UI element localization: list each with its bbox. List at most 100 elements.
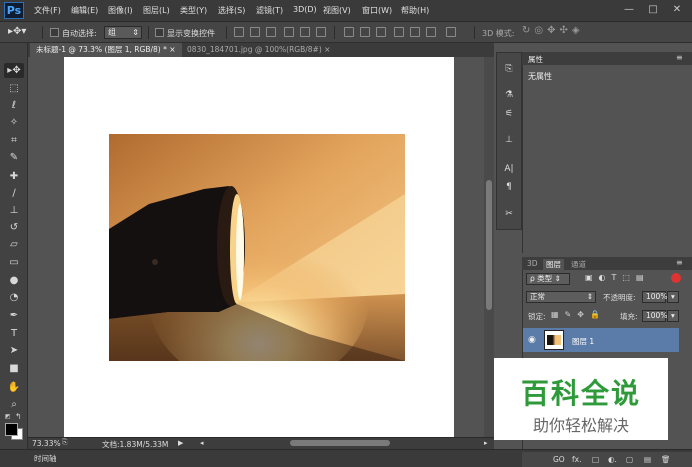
distribute-right-icon[interactable] (426, 27, 436, 37)
menu-window[interactable]: 窗口(W) (362, 5, 392, 16)
character-panel-icon[interactable]: A| (500, 162, 518, 176)
healing-brush-tool-icon[interactable]: ✚ (4, 169, 24, 184)
path-selection-tool-icon[interactable]: ➤ (4, 343, 24, 358)
menu-select[interactable]: 选择(S) (218, 5, 245, 16)
scroll-right-icon[interactable]: ▸ (484, 439, 488, 447)
horizontal-scroll-thumb[interactable] (290, 440, 390, 446)
blur-tool-icon[interactable]: ● (4, 273, 24, 288)
paragraph-panel-icon[interactable]: ¶ (500, 180, 518, 194)
tool-presets-panel-icon[interactable]: ✂ (500, 207, 518, 221)
menu-image[interactable]: 图像(I) (108, 5, 133, 16)
properties-title[interactable]: 属性 (528, 54, 543, 65)
show-transform-checkbox[interactable] (155, 28, 164, 37)
menu-help[interactable]: 帮助(H) (401, 5, 429, 16)
fill-input[interactable]: 100% (642, 310, 667, 322)
new-layer-icon[interactable]: ▤ (644, 455, 651, 464)
align-right-icon[interactable] (316, 27, 326, 37)
opacity-arrow-icon[interactable]: ▾ (667, 291, 679, 303)
menu-view[interactable]: 视图(V) (323, 5, 351, 16)
layer-filter-icons[interactable]: ▣◐T⬚▤ (585, 273, 650, 282)
canvas-workspace[interactable] (28, 57, 484, 437)
gradient-tool-icon[interactable]: ▭ (4, 255, 24, 270)
lock-icons[interactable]: ▦✎✥🔒 (551, 310, 606, 319)
vertical-scroll-thumb[interactable] (486, 180, 492, 310)
layer-name[interactable]: 图层 1 (572, 336, 594, 347)
move-tool-preset-icon[interactable]: ▸✥▾ (8, 26, 26, 37)
menu-file[interactable]: 文件(F) (34, 5, 61, 16)
panel-menu-icon[interactable]: ≡ (676, 53, 683, 62)
align-top-icon[interactable] (234, 27, 244, 37)
actions-panel-icon[interactable]: ⚗ (500, 88, 518, 102)
marquee-tool-icon[interactable]: ⬚ (4, 81, 24, 96)
eraser-tool-icon[interactable]: ▱ (4, 237, 24, 252)
swap-colors-icon[interactable]: ↰ (15, 412, 22, 421)
distribute-hcenter-icon[interactable] (410, 27, 420, 37)
close-button[interactable]: ✕ (668, 3, 686, 17)
menu-3d[interactable]: 3D(D) (293, 5, 317, 14)
history-panel-icon[interactable]: ⎘ (500, 62, 518, 76)
pen-tool-icon[interactable]: ✒ (4, 308, 24, 323)
align-bottom-icon[interactable] (266, 27, 276, 37)
menu-edit[interactable]: 编辑(E) (71, 5, 98, 16)
filter-toggle-icon[interactable] (671, 273, 681, 283)
distribute-vcenter-icon[interactable] (360, 27, 370, 37)
status-icon[interactable]: ⎘ (62, 438, 68, 447)
move-tool-icon[interactable]: ▸✥ (4, 63, 24, 78)
align-left-icon[interactable] (284, 27, 294, 37)
eye-visibility-icon[interactable]: ◉ (528, 335, 536, 345)
add-mask-icon[interactable]: □ (592, 455, 599, 464)
tab-channels[interactable]: 通道 (571, 259, 586, 270)
distribute-top-icon[interactable] (344, 27, 354, 37)
tab-untitled-1[interactable]: 未标题-1 @ 73.3% (图层 1, RGB/8) * × (30, 43, 182, 57)
3d-mode-icons[interactable]: ↻◎✥✣◈ (522, 25, 584, 36)
clone-source-panel-icon[interactable]: ⊥ (500, 133, 518, 147)
auto-align-icon[interactable] (446, 27, 456, 37)
status-menu-arrow-icon[interactable]: ▶ (178, 439, 183, 447)
blend-mode-dropdown[interactable]: 正常 ⇕ (526, 291, 596, 303)
lasso-tool-icon[interactable]: ℓ (4, 98, 24, 113)
menu-layer[interactable]: 图层(L) (143, 5, 170, 16)
new-group-icon[interactable]: ▢ (626, 455, 633, 464)
maximize-button[interactable]: □ (644, 3, 662, 17)
tab-3d[interactable]: 3D (527, 259, 538, 268)
history-brush-tool-icon[interactable]: ↺ (4, 220, 24, 235)
auto-select-dropdown[interactable]: 组 ⇕ (104, 26, 142, 39)
opacity-input[interactable]: 100% (642, 291, 667, 303)
distribute-bottom-icon[interactable] (376, 27, 386, 37)
rectangle-tool-icon[interactable]: ■ (4, 361, 24, 376)
magic-wand-tool-icon[interactable]: ✧ (4, 115, 24, 130)
default-colors-icon[interactable]: ◩ (5, 413, 13, 421)
delete-layer-icon[interactable]: 🗑 (661, 455, 671, 464)
zoom-level[interactable]: 73.33% (32, 439, 61, 448)
menu-filter[interactable]: 滤镜(T) (256, 5, 283, 16)
link-layers-icon[interactable]: GO (553, 455, 565, 464)
eyedropper-tool-icon[interactable]: ✎ (4, 150, 24, 165)
foreground-color-swatch[interactable] (5, 423, 18, 436)
layer-style-icon[interactable]: fx. (572, 455, 581, 464)
minimize-button[interactable]: — (620, 3, 638, 17)
align-hcenter-icon[interactable] (300, 27, 310, 37)
close-tab-icon[interactable]: × (169, 45, 175, 54)
timeline-tab[interactable]: 时间轴 (34, 453, 57, 464)
dodge-tool-icon[interactable]: ◔ (4, 290, 24, 305)
scroll-left-icon[interactable]: ◂ (200, 439, 204, 447)
brush-tool-icon[interactable]: ∕ (4, 186, 24, 201)
menu-type[interactable]: 类型(Y) (180, 5, 207, 16)
layers-menu-icon[interactable]: ≡ (676, 258, 683, 267)
adjustments-panel-icon[interactable]: ⚟ (500, 107, 518, 121)
fill-arrow-icon[interactable]: ▾ (667, 310, 679, 322)
layer-thumbnail[interactable] (544, 330, 564, 350)
align-vcenter-icon[interactable] (250, 27, 260, 37)
adjustment-layer-icon[interactable]: ◐. (608, 455, 617, 464)
clone-stamp-tool-icon[interactable]: ⊥ (4, 203, 24, 218)
layer-filter-dropdown[interactable]: ρ 类型 ⇕ (526, 273, 570, 285)
distribute-left-icon[interactable] (394, 27, 404, 37)
zoom-tool-icon[interactable]: ⌕ (4, 397, 24, 412)
tab-0830-jpg[interactable]: 0830_184701.jpg @ 100%(RGB/8#) × (181, 43, 336, 57)
tab-layers[interactable]: 图层 (543, 259, 564, 270)
type-tool-icon[interactable]: T (4, 326, 24, 341)
crop-tool-icon[interactable]: ⌗ (4, 133, 24, 148)
hand-tool-icon[interactable]: ✋ (4, 380, 24, 395)
close-tab-icon[interactable]: × (324, 45, 330, 54)
auto-select-checkbox[interactable] (50, 28, 59, 37)
